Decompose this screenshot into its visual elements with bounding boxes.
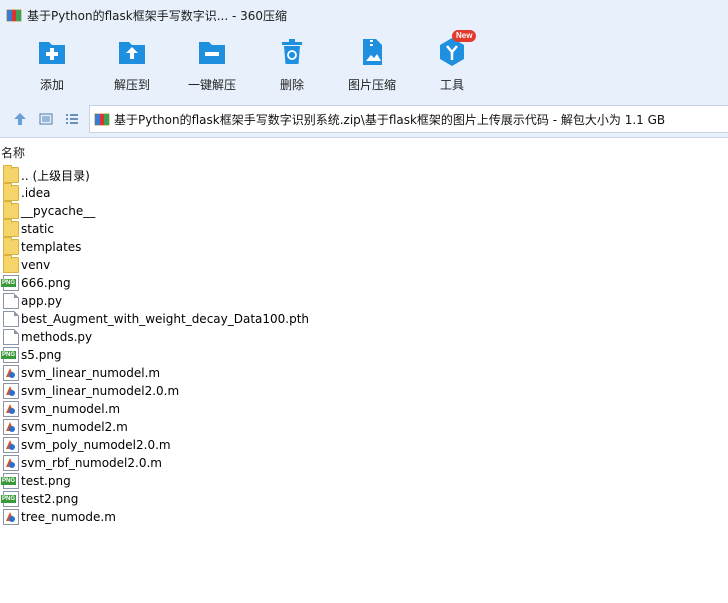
list-item[interactable]: templates [0, 237, 728, 256]
add-button[interactable]: 添加 [12, 36, 92, 96]
add-label: 添加 [39, 78, 64, 92]
file-name: svm_poly_numodel2.0.m [21, 438, 171, 452]
folder-icon [3, 237, 19, 255]
file-name: svm_linear_numodel.m [21, 366, 161, 380]
png-file-icon [1, 347, 19, 363]
file-name: .idea [21, 186, 51, 200]
file-name: svm_rbf_numodel2.0.m [21, 456, 162, 470]
png-file-icon [1, 491, 19, 507]
list-item[interactable]: svm_numodel.m [0, 400, 728, 418]
file-name: static [21, 222, 54, 236]
file-name: 666.png [21, 276, 71, 290]
list-item[interactable]: s5.png [0, 346, 728, 364]
folder-icon [3, 219, 19, 237]
list-item[interactable]: svm_linear_numodel.m [0, 364, 728, 382]
matlab-file-icon [3, 383, 19, 399]
list-item[interactable]: venv [0, 255, 728, 274]
image-compress-button[interactable]: 图片压缩 [332, 36, 412, 96]
zip-archive-icon [94, 111, 110, 127]
folder-icon [3, 165, 19, 183]
matlab-file-icon [3, 419, 19, 435]
one-click-extract-icon [196, 36, 228, 68]
file-name: app.py [21, 294, 63, 308]
navigation-bar: 基于Python的flask框架手写数字识别系统.zip\基于flask框架的图… [0, 100, 728, 138]
matlab-file-icon [3, 365, 19, 381]
file-name: templates [21, 240, 82, 254]
file-icon [3, 329, 19, 345]
matlab-file-icon [3, 437, 19, 453]
list-item[interactable]: svm_poly_numodel2.0.m [0, 436, 728, 454]
archive-path: 基于Python的flask框架手写数字识别系统.zip\基于flask框架的图… [114, 112, 666, 127]
folder-icon [3, 183, 19, 201]
file-name: test.png [21, 474, 71, 488]
folder-icon [3, 255, 19, 273]
one-click-extract-button[interactable]: 一键解压 [172, 36, 252, 96]
list-item[interactable]: best_Augment_with_weight_decay_Data100.p… [0, 310, 728, 328]
list-item[interactable]: 666.png [0, 274, 728, 292]
new-badge: New [452, 30, 477, 42]
list-view-icon[interactable] [64, 111, 80, 127]
title-bar: 基于Python的flask框架手写数字识... - 360压缩 [0, 0, 728, 30]
file-name: .. (上级目录) [21, 168, 90, 183]
list-item[interactable]: .. (上级目录) [0, 165, 728, 184]
file-icon [3, 311, 19, 327]
delete-icon [276, 36, 308, 68]
list-item[interactable]: test2.png [0, 490, 728, 508]
list-item[interactable]: svm_linear_numodel2.0.m [0, 382, 728, 400]
list-item[interactable]: __pycache__ [0, 201, 728, 220]
extract-to-icon [116, 36, 148, 68]
list-item[interactable]: methods.py [0, 328, 728, 346]
list-item[interactable]: test.png [0, 472, 728, 490]
delete-label: 删除 [279, 78, 304, 92]
file-list: .. (上级目录) .idea __pycache__static templates… [0, 165, 728, 526]
list-item[interactable]: app.py [0, 292, 728, 310]
matlab-file-icon [3, 509, 19, 525]
tools-label: 工具 [439, 78, 464, 92]
extract-to-label: 解压到 [113, 78, 150, 92]
window-title: 基于Python的flask框架手写数字识... - 360压缩 [27, 8, 288, 23]
file-name: svm_numodel2.m [21, 420, 128, 434]
extract-to-button[interactable]: 解压到 [92, 36, 172, 96]
png-file-icon [1, 473, 19, 489]
file-name: best_Augment_with_weight_decay_Data100.p… [21, 312, 310, 326]
delete-button[interactable]: 删除 [252, 36, 332, 96]
file-icon [3, 293, 19, 309]
list-item[interactable]: .idea [0, 183, 728, 202]
list-item[interactable]: static [0, 219, 728, 238]
file-name: s5.png [21, 348, 62, 362]
main-toolbar: 添加 解压到 一键解压 删除 图片压缩 工具 New [0, 30, 728, 100]
file-name: svm_linear_numodel2.0.m [21, 384, 180, 398]
matlab-file-icon [3, 401, 19, 417]
list-item[interactable]: svm_rbf_numodel2.0.m [0, 454, 728, 472]
file-name: __pycache__ [21, 204, 96, 218]
up-arrow-icon[interactable] [12, 111, 28, 127]
add-icon [36, 36, 68, 68]
tools-button[interactable]: 工具 [412, 36, 492, 96]
png-file-icon [1, 275, 19, 291]
360zip-app-icon [6, 7, 22, 23]
file-name: tree_numode.m [21, 510, 116, 524]
image-compress-icon [356, 36, 388, 68]
list-item[interactable]: tree_numode.m [0, 508, 728, 526]
image-compress-label: 图片压缩 [347, 78, 396, 92]
folder-icon [3, 201, 19, 219]
file-name: svm_numodel.m [21, 402, 121, 416]
thumbnail-view-icon[interactable] [38, 111, 54, 127]
list-item[interactable]: svm_numodel2.m [0, 418, 728, 436]
file-name: venv [21, 258, 51, 272]
matlab-file-icon [3, 455, 19, 471]
one-click-extract-label: 一键解压 [187, 78, 236, 92]
name-column-header[interactable]: 名称 [0, 144, 728, 162]
file-name: methods.py [21, 330, 93, 344]
file-name: test2.png [21, 492, 79, 506]
address-bar[interactable]: 基于Python的flask框架手写数字识别系统.zip\基于flask框架的图… [89, 105, 728, 133]
